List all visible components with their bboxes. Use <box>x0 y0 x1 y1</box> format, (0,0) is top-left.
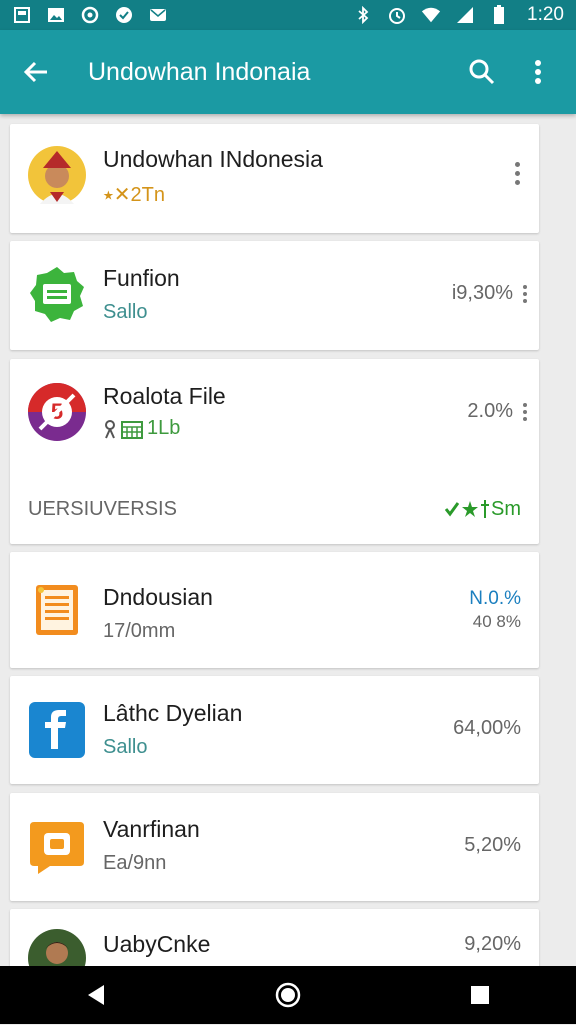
list-item-group: 5 Roalota File 1Lb 2.0% UERSIUVERSIS Sm <box>10 359 539 544</box>
list-item[interactable]: Vanrfinan Ea/9nn 5,20% <box>10 793 539 901</box>
avatar <box>28 146 86 204</box>
item-name: Lâthc Dyelian <box>103 700 243 726</box>
alarm-icon <box>387 6 407 24</box>
section-right-text: Sm <box>491 497 521 520</box>
back-nav-button[interactable] <box>72 971 120 1019</box>
search-icon <box>469 59 495 85</box>
circle-home-icon <box>275 982 301 1008</box>
item-value-secondary: 40 8% <box>472 612 521 631</box>
blue-f-app-icon <box>28 701 86 759</box>
item-subtitle: Ea/9nn <box>103 852 167 874</box>
search-button[interactable] <box>460 50 504 94</box>
battery-icon <box>489 5 509 24</box>
red-purple-app-icon: 5 <box>28 383 86 441</box>
home-nav-button[interactable] <box>264 971 312 1019</box>
overflow-menu-button[interactable] <box>516 50 560 94</box>
item-value: i9,30% <box>451 282 513 304</box>
notification-icon <box>12 6 32 24</box>
item-value: 9,20% <box>464 933 521 955</box>
item-subtitle: ⭑✕2Tn <box>103 184 166 206</box>
pin-icon <box>105 419 115 438</box>
dagger-icon <box>481 500 489 518</box>
check-icon <box>445 502 459 517</box>
wifi-icon <box>421 6 441 24</box>
orange-chat-icon <box>28 818 86 876</box>
bluetooth-icon <box>353 6 373 24</box>
signal-icon <box>455 6 475 24</box>
clock: 1:20 <box>527 4 564 25</box>
star-icon <box>462 501 478 517</box>
item-subtitle-row: 1Lb <box>103 417 180 440</box>
item-subtitle: 1Lb <box>147 417 181 439</box>
back-button[interactable] <box>16 52 56 92</box>
orange-document-icon <box>28 581 86 639</box>
item-value: 5,20% <box>464 834 521 856</box>
item-name: Funfion <box>103 265 180 291</box>
recents-nav-button[interactable] <box>456 971 504 1019</box>
item-value: 64,00% <box>453 717 521 739</box>
item-name: Undowhan INdonesia <box>103 146 323 172</box>
section-label: UERSIUVERSIS <box>28 497 177 520</box>
sync-icon <box>80 6 100 24</box>
triangle-back-icon <box>88 985 104 1005</box>
section-right: Sm <box>445 498 521 521</box>
more-vert-icon <box>535 60 541 84</box>
mail-icon <box>148 6 168 24</box>
section-header: UERSIUVERSIS Sm <box>10 475 539 543</box>
list-item[interactable]: Funfion Sallo i9,30% <box>10 241 539 350</box>
item-subtitle: Sallo <box>103 301 148 323</box>
green-message-app-icon <box>28 265 86 323</box>
navigation-bar <box>0 966 576 1024</box>
app-bar: Undowhan Indonaia <box>0 30 576 114</box>
item-subtitle: Sallo <box>103 736 148 758</box>
list-item[interactable]: Lâthc Dyelian Sallo 64,00% <box>10 676 539 784</box>
item-name: UabyCnke <box>103 931 211 957</box>
arrow-left-icon <box>23 61 47 83</box>
item-value-group: N.0.% 40 8% <box>469 588 521 632</box>
status-bar: 1:20 <box>0 0 576 30</box>
image-icon <box>46 6 66 24</box>
list-item[interactable]: Undowhan INdonesia ⭑✕2Tn <box>10 124 539 233</box>
list-item[interactable]: 5 Roalota File 1Lb 2.0% <box>10 359 539 475</box>
item-name: Vanrfinan <box>103 816 200 842</box>
item-menu-button[interactable] <box>513 162 521 192</box>
item-subtitle: 17/0mm <box>103 620 176 642</box>
square-recents-icon <box>471 986 489 1004</box>
item-name: Roalota File <box>103 383 226 409</box>
item-value: N.0.% <box>469 588 521 609</box>
calendar-icon <box>121 420 143 439</box>
chat-icon <box>114 6 134 24</box>
list-item[interactable]: Dndousian 17/0mm N.0.% 40 8% <box>10 552 539 668</box>
item-menu-button[interactable] <box>521 403 529 425</box>
item-value: 2.0% <box>467 400 513 422</box>
item-menu-button[interactable] <box>521 285 529 307</box>
item-name: Dndousian <box>103 584 213 610</box>
page-title: Undowhan Indonaia <box>88 57 311 86</box>
